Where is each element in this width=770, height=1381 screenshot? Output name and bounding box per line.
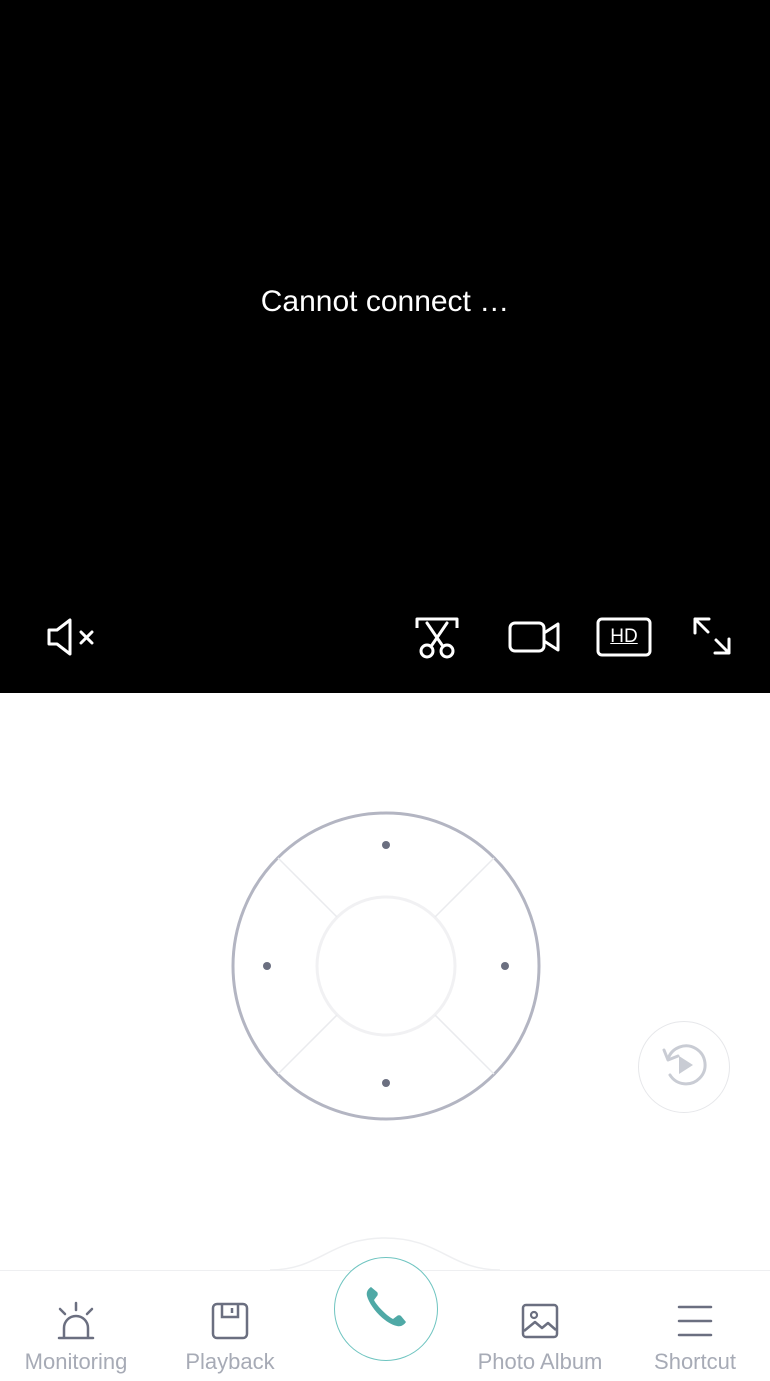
alarm-light-icon: [54, 1301, 98, 1341]
picture-icon: [520, 1301, 560, 1341]
tab-label: Shortcut: [654, 1349, 736, 1374]
video-camera-icon: [508, 619, 562, 655]
replay-icon: [656, 1037, 712, 1098]
phone-icon: [362, 1283, 410, 1336]
scissors-icon: [414, 614, 460, 660]
hd-quality-button[interactable]: HD: [594, 614, 654, 660]
ptz-up-button[interactable]: [351, 816, 421, 886]
expand-icon: [691, 615, 733, 657]
speaker-muted-icon: [43, 615, 99, 659]
ptz-left-button[interactable]: [232, 931, 302, 1001]
replay-button[interactable]: [638, 1021, 730, 1113]
tab-playback[interactable]: Playback: [162, 1271, 298, 1381]
tab-monitoring[interactable]: Monitoring: [6, 1271, 146, 1381]
menu-icon: [675, 1301, 715, 1341]
tab-label: Photo Album: [477, 1349, 603, 1374]
tab-label: Monitoring: [24, 1349, 128, 1374]
tab-label: Playback: [185, 1349, 275, 1374]
controls-panel: [0, 693, 770, 1270]
tab-photo-album[interactable]: Photo Album: [466, 1271, 614, 1381]
fullscreen-button[interactable]: [688, 612, 736, 660]
ptz-control-pad[interactable]: [230, 810, 542, 1122]
ptz-right-button[interactable]: [470, 931, 540, 1001]
tab-shortcut[interactable]: Shortcut: [630, 1271, 760, 1381]
mute-button[interactable]: [40, 612, 102, 662]
record-button[interactable]: [506, 612, 564, 662]
call-button[interactable]: [334, 1257, 438, 1361]
ptz-center-button[interactable]: [316, 896, 456, 1036]
video-viewport[interactable]: Cannot connect … HD: [0, 0, 770, 693]
connection-status-text: Cannot connect …: [260, 285, 510, 318]
floppy-disk-icon: [210, 1301, 250, 1341]
screenshot-button[interactable]: [412, 612, 462, 662]
hd-quality-label: HD: [610, 626, 638, 647]
ptz-down-button[interactable]: [351, 1048, 421, 1118]
